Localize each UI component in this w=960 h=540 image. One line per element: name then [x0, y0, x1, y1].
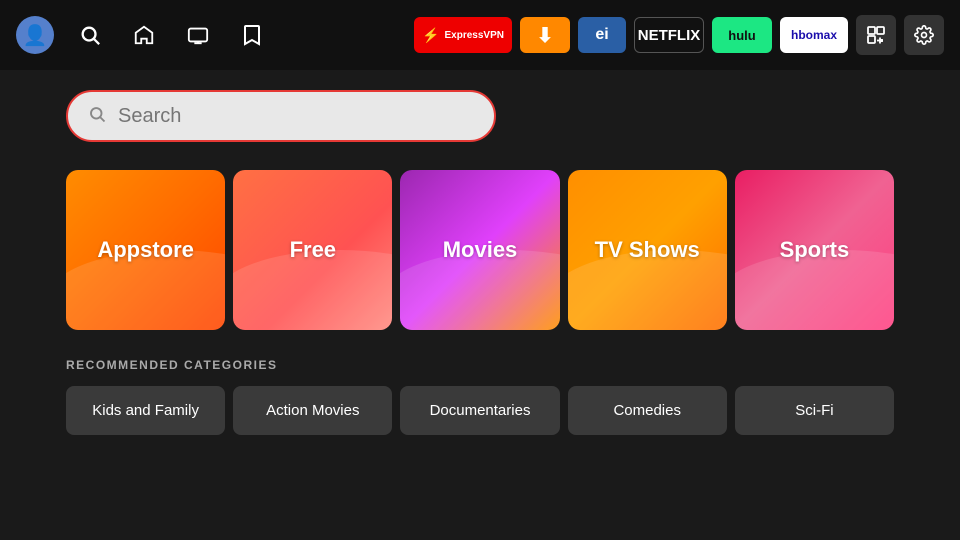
tile-free-label: Free: [290, 237, 336, 263]
recommended-section: RECOMMENDED CATEGORIES Kids and Family A…: [66, 358, 894, 435]
tile-tvshows-label: TV Shows: [595, 237, 700, 263]
ei-badge[interactable]: ei: [578, 17, 626, 53]
tile-sports[interactable]: Sports: [735, 170, 894, 330]
cat-documentaries[interactable]: Documentaries: [400, 386, 559, 435]
tile-movies[interactable]: Movies: [400, 170, 559, 330]
search-bar-container[interactable]: [66, 90, 496, 142]
settings-button[interactable]: [904, 15, 944, 55]
recommended-label: RECOMMENDED CATEGORIES: [66, 358, 894, 372]
cat-action-movies[interactable]: Action Movies: [233, 386, 392, 435]
tv-icon[interactable]: [180, 17, 216, 53]
netflix-badge[interactable]: NETFLIX: [634, 17, 704, 53]
tile-sports-label: Sports: [780, 237, 850, 263]
cat-sci-fi[interactable]: Sci-Fi: [735, 386, 894, 435]
category-buttons-row: Kids and Family Action Movies Documentar…: [66, 386, 894, 435]
avatar[interactable]: 👤: [16, 16, 54, 54]
nav-right-apps: ⚡ExpressVPN ⬇ ei NETFLIX hulu hbomax: [414, 15, 944, 55]
cat-comedies[interactable]: Comedies: [568, 386, 727, 435]
downloader-badge[interactable]: ⬇: [520, 17, 570, 53]
home-icon[interactable]: [126, 17, 162, 53]
grid-button[interactable]: [856, 15, 896, 55]
tile-appstore[interactable]: Appstore: [66, 170, 225, 330]
top-navigation: 👤 ⚡ExpressVPN: [0, 0, 960, 70]
tile-tvshows[interactable]: TV Shows: [568, 170, 727, 330]
main-content: Appstore Free Movies TV Shows Sports REC…: [0, 70, 960, 455]
hulu-badge[interactable]: hulu: [712, 17, 772, 53]
bookmark-icon[interactable]: [234, 17, 270, 53]
search-nav-icon[interactable]: [72, 17, 108, 53]
cat-kids-and-family[interactable]: Kids and Family: [66, 386, 225, 435]
tile-appstore-label: Appstore: [97, 237, 194, 263]
search-input[interactable]: [118, 105, 474, 128]
expressvpn-badge[interactable]: ⚡ExpressVPN: [414, 17, 512, 53]
tile-free[interactable]: Free: [233, 170, 392, 330]
hbomax-badge[interactable]: hbomax: [780, 17, 848, 53]
category-tiles: Appstore Free Movies TV Shows Sports: [66, 170, 894, 330]
nav-left-icons: 👤: [16, 16, 270, 54]
tile-movies-label: Movies: [443, 237, 518, 263]
search-bar-icon: [88, 105, 106, 128]
